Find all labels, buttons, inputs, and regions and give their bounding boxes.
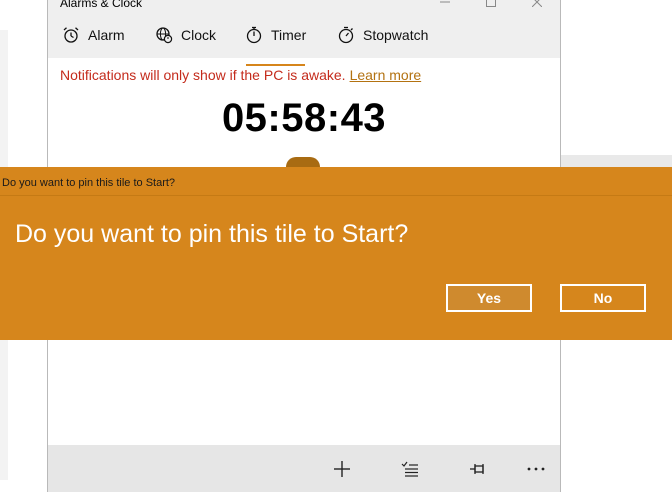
dialog-divider [0, 195, 672, 196]
more-icon [527, 467, 545, 471]
play-pause-button-partial [286, 157, 320, 167]
dialog-message: Do you want to pin this tile to Start? [15, 220, 409, 248]
add-button[interactable] [330, 457, 354, 481]
minimize-button[interactable] [422, 0, 468, 12]
window-title: Alarms & Clock [60, 0, 143, 10]
background-window-edge [560, 155, 672, 167]
timer-icon [246, 26, 262, 44]
more-options-button[interactable] [524, 457, 548, 481]
tab-clock[interactable]: Clock [155, 20, 216, 50]
notice-text: Notifications will only show if the PC i… [60, 67, 346, 83]
world-clock-icon [156, 27, 173, 44]
maximize-button[interactable] [468, 0, 514, 12]
tab-timer[interactable]: Timer [245, 20, 306, 50]
tab-stopwatch-label: Stopwatch [363, 27, 429, 43]
tab-bar: Alarm Clock Timer Stopwatch [48, 12, 560, 66]
tab-stopwatch[interactable]: Stopwatch [337, 20, 428, 50]
pin-to-start-dialog: Do you want to pin this tile to Start? D… [0, 167, 672, 340]
alarm-icon [63, 27, 79, 43]
notification-warning: Notifications will only show if the PC i… [60, 67, 421, 83]
yes-button[interactable]: Yes [446, 284, 532, 312]
learn-more-link[interactable]: Learn more [350, 67, 422, 83]
title-bar: Alarms & Clock [48, 0, 560, 12]
pin-icon [470, 464, 484, 474]
select-button[interactable] [398, 457, 422, 481]
dialog-caption: Do you want to pin this tile to Start? [2, 177, 176, 189]
tab-alarm[interactable]: Alarm [62, 20, 125, 50]
tab-alarm-label: Alarm [88, 27, 125, 43]
close-icon [532, 0, 542, 7]
command-bar [48, 445, 560, 492]
stopwatch-icon [338, 26, 354, 44]
select-list-icon [401, 461, 418, 477]
add-icon [334, 461, 350, 477]
maximize-icon [486, 0, 496, 7]
close-button[interactable] [514, 0, 560, 12]
timer-countdown: 05:58:43 [221, 96, 387, 140]
tab-timer-label: Timer [271, 27, 307, 43]
pin-to-start-button[interactable] [466, 457, 490, 481]
selected-tab-indicator [246, 64, 305, 66]
tab-clock-label: Clock [181, 27, 217, 43]
no-button[interactable]: No [560, 284, 646, 312]
minimize-icon [440, 1, 450, 3]
